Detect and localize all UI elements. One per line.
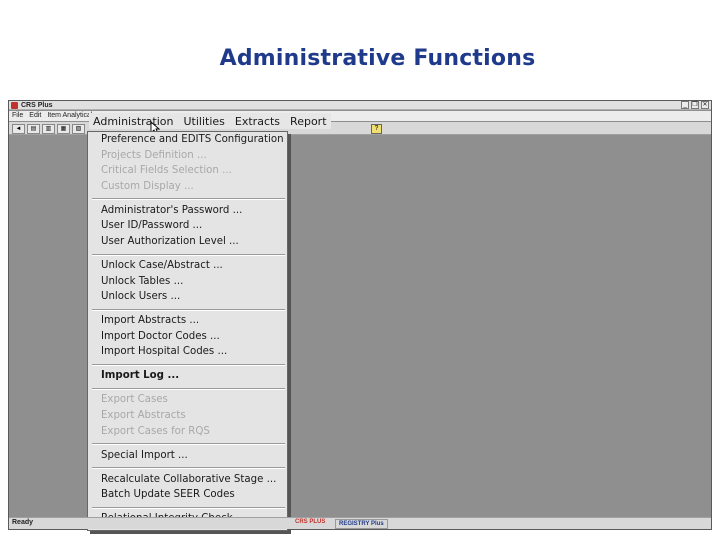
menu-separator bbox=[92, 198, 285, 201]
status-text: Ready bbox=[12, 519, 34, 526]
menu-edit[interactable]: Edit bbox=[29, 111, 41, 121]
menu-item-unlock-case-abstract[interactable]: Unlock Case/Abstract ... bbox=[101, 260, 223, 271]
menu-extracts[interactable]: Extracts bbox=[235, 115, 280, 128]
menu-item-unlock-tables[interactable]: Unlock Tables ... bbox=[101, 276, 183, 287]
status-registry-label: REGISTRY Plus bbox=[335, 519, 388, 529]
menu-item-special-import[interactable]: Special Import ... bbox=[101, 450, 188, 461]
menu-item-analytical[interactable]: Item Analytical bbox=[47, 111, 92, 121]
menu-item-user-id-password[interactable]: User ID/Password ... bbox=[101, 220, 202, 231]
menu-item-export-cases-for-rqs: Export Cases for RQS bbox=[101, 425, 210, 437]
menu-separator bbox=[92, 308, 285, 311]
menu-separator bbox=[92, 506, 285, 509]
menu-item-unlock-users[interactable]: Unlock Users ... bbox=[101, 291, 180, 302]
menu-item-preference-and-edits-configuration[interactable]: Preference and EDITS Configuration bbox=[101, 134, 284, 145]
close-icon[interactable]: ✕ bbox=[701, 101, 709, 109]
menu-item-export-abstracts: Export Abstracts bbox=[101, 410, 186, 421]
menu-separator bbox=[92, 443, 285, 446]
menu-utilities[interactable]: Utilities bbox=[184, 115, 225, 128]
window-title: CRS Plus bbox=[21, 102, 53, 109]
toolbar-back-icon[interactable]: ◄ bbox=[12, 124, 25, 134]
menu-separator bbox=[92, 388, 285, 390]
menu-item-custom-display: Custom Display ... bbox=[101, 180, 194, 192]
menu-separator bbox=[92, 467, 285, 470]
menu-item-administrator-s-password[interactable]: Administrator's Password ... bbox=[101, 205, 242, 216]
menu-item-projects-definition: Projects Definition ... bbox=[101, 149, 207, 161]
menu-item-batch-update-seer-codes[interactable]: Batch Update SEER Codes bbox=[101, 489, 235, 500]
slide-title: Administrative Functions bbox=[219, 46, 536, 71]
menu-item-recalculate-collaborative-stage[interactable]: Recalculate Collaborative Stage ... bbox=[101, 474, 276, 485]
menu-item-critical-fields-selection: Critical Fields Selection ... bbox=[101, 165, 232, 177]
toolbar-tool-icon[interactable]: ▧ bbox=[72, 124, 85, 134]
menu-item-import-log[interactable]: Import Log ... bbox=[101, 370, 179, 381]
administration-menubar: Administration Utilities Extracts Report bbox=[89, 113, 331, 129]
menu-administration[interactable]: Administration bbox=[93, 115, 174, 128]
menu-separator bbox=[92, 364, 285, 366]
menu-file[interactable]: File bbox=[12, 111, 23, 121]
app-logo-icon bbox=[11, 102, 18, 109]
minimize-icon[interactable]: _ bbox=[681, 101, 689, 109]
window-titlebar: CRS Plus _ ❐ ✕ bbox=[9, 101, 711, 110]
status-crs-label: CRS PLUS bbox=[295, 519, 326, 525]
menu-separator bbox=[92, 253, 285, 256]
toolbar-open-icon[interactable]: ▥ bbox=[42, 124, 55, 134]
help-icon[interactable]: ? bbox=[371, 124, 382, 134]
toolbar-print-icon[interactable]: ▦ bbox=[57, 124, 70, 134]
menu-item-import-abstracts[interactable]: Import Abstracts ... bbox=[101, 315, 199, 326]
administration-dropdown-menu: Preference and EDITS Configuration Projec… bbox=[87, 131, 288, 531]
restore-icon[interactable]: ❐ bbox=[691, 101, 699, 109]
app-window: CRS Plus _ ❐ ✕ File Edit Item Analytical… bbox=[8, 100, 712, 531]
toolbar-new-icon[interactable]: ▤ bbox=[27, 124, 40, 134]
menu-item-import-doctor-codes[interactable]: Import Doctor Codes ... bbox=[101, 331, 220, 342]
window-controls: _ ❐ ✕ bbox=[681, 101, 709, 109]
statusbar: Ready CRS PLUS REGISTRY Plus bbox=[9, 517, 711, 529]
menu-report[interactable]: Report bbox=[290, 115, 326, 128]
menu-item-import-hospital-codes[interactable]: Import Hospital Codes ... bbox=[101, 346, 227, 357]
menu-item-user-authorization-level[interactable]: User Authorization Level ... bbox=[101, 236, 239, 247]
menu-item-export-cases: Export Cases bbox=[101, 394, 168, 406]
